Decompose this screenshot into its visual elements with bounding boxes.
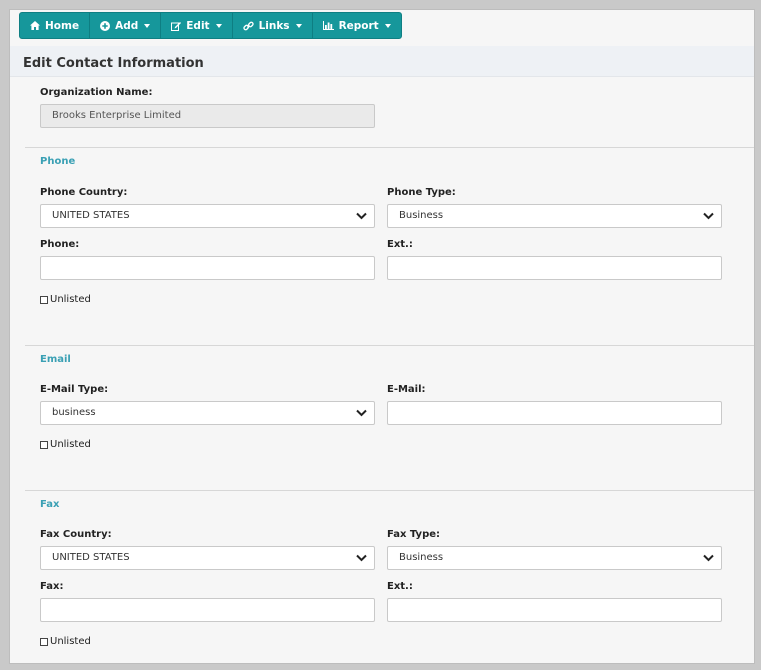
phone-country-select[interactable]: UNITED STATES <box>40 204 375 228</box>
plus-circle-icon <box>100 20 111 31</box>
main-toolbar: Home Add Edit Links Report <box>19 12 402 39</box>
phone-ext-label: Ext.: <box>387 239 413 250</box>
phone-ext-input[interactable] <box>387 256 722 280</box>
organization-name-label: Organization Name: <box>40 87 153 98</box>
chevron-down-icon <box>356 554 367 562</box>
divider <box>25 345 754 346</box>
fax-country-value: UNITED STATES <box>52 552 130 563</box>
phone-unlisted-label: Unlisted <box>50 294 91 305</box>
add-menu-button[interactable]: Add <box>90 13 162 38</box>
edit-icon <box>171 21 182 31</box>
divider <box>25 490 754 491</box>
fax-unlisted-label: Unlisted <box>50 636 91 647</box>
fax-type-label: Fax Type: <box>387 529 441 540</box>
fax-ext-label: Ext.: <box>387 581 413 592</box>
email-type-select[interactable]: business <box>40 401 375 425</box>
phone-type-value: Business <box>399 210 444 221</box>
edit-menu-label: Edit <box>186 19 210 32</box>
organization-name-field: Brooks Enterprise Limited <box>40 104 375 128</box>
chevron-down-icon <box>215 23 222 28</box>
email-unlisted-label: Unlisted <box>50 439 91 450</box>
bar-chart-icon <box>322 21 334 30</box>
edit-menu-button[interactable]: Edit <box>161 13 233 38</box>
divider <box>25 147 754 148</box>
home-button-label: Home <box>45 19 80 32</box>
add-menu-label: Add <box>115 19 139 32</box>
email-address-input[interactable] <box>387 401 722 425</box>
email-unlisted-checkbox[interactable] <box>40 440 48 449</box>
fax-country-label: Fax Country: <box>40 529 112 540</box>
phone-type-label: Phone Type: <box>387 187 456 198</box>
fax-unlisted-checkbox[interactable] <box>40 637 48 646</box>
chevron-down-icon <box>295 23 302 28</box>
fax-number-input[interactable] <box>40 598 375 622</box>
chevron-down-icon <box>144 23 151 28</box>
app-window: Home Add Edit Links Report Edit Contact … <box>9 9 755 664</box>
links-menu-label: Links <box>258 19 290 32</box>
chevron-down-icon <box>356 212 367 220</box>
fax-number-label: Fax: <box>40 581 64 592</box>
chevron-down-icon <box>703 554 714 562</box>
fax-section-title: Fax <box>40 499 60 510</box>
fax-type-select[interactable]: Business <box>387 546 722 570</box>
phone-number-input[interactable] <box>40 256 375 280</box>
chevron-down-icon <box>703 212 714 220</box>
phone-section-title: Phone <box>40 156 76 167</box>
phone-country-value: UNITED STATES <box>52 210 130 221</box>
email-type-value: business <box>52 407 96 418</box>
fax-country-select[interactable]: UNITED STATES <box>40 546 375 570</box>
phone-type-select[interactable]: Business <box>387 204 722 228</box>
fax-type-value: Business <box>399 552 444 563</box>
page-title: Edit Contact Information <box>23 56 204 71</box>
email-section-title: Email <box>40 354 71 365</box>
chevron-down-icon <box>356 409 367 417</box>
email-address-label: E-Mail: <box>387 384 426 395</box>
home-icon <box>30 21 40 30</box>
report-menu-label: Report <box>338 19 379 32</box>
links-menu-button[interactable]: Links <box>233 13 313 38</box>
home-button[interactable]: Home <box>20 13 91 38</box>
report-menu-button[interactable]: Report <box>313 13 401 38</box>
fax-unlisted-option[interactable]: Unlisted <box>40 636 91 647</box>
phone-country-label: Phone Country: <box>40 187 128 198</box>
email-type-label: E-Mail Type: <box>40 384 109 395</box>
phone-number-label: Phone: <box>40 239 80 250</box>
fax-ext-input[interactable] <box>387 598 722 622</box>
phone-unlisted-checkbox[interactable] <box>40 295 48 304</box>
phone-unlisted-option[interactable]: Unlisted <box>40 294 91 305</box>
link-icon <box>242 21 254 30</box>
email-unlisted-option[interactable]: Unlisted <box>40 439 91 450</box>
chevron-down-icon <box>384 23 391 28</box>
